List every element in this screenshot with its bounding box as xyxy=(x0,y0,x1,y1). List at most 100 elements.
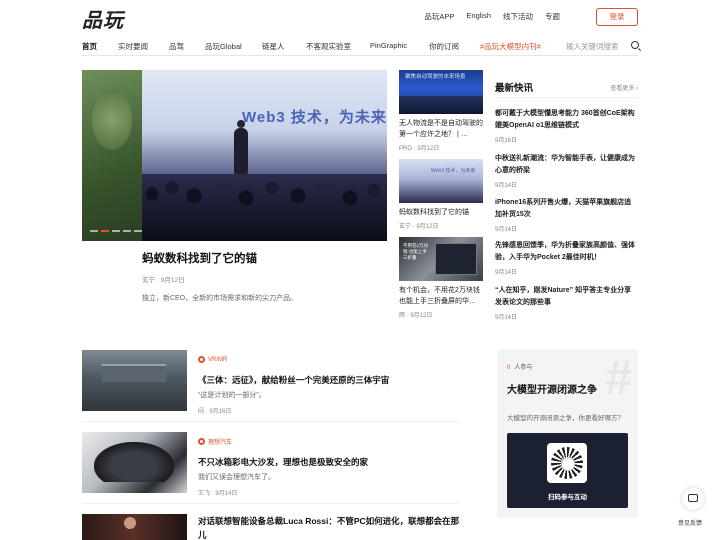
main-nav: 首页 实时要闻 品驾 品玩Global 链星人 不客观实验室 PinGraphi… xyxy=(82,36,639,56)
news-item-date: 9月16日 xyxy=(495,138,518,144)
news-item-title[interactable]: 先锋感恩回馈季，华为折叠家族高颜值、强体验，入手华为Pocket 2最佳时机！ xyxy=(495,240,638,263)
news-item-title[interactable]: 都可戴于大模型懂思考能力 360首创CoE架构 媲美OpenAI o1思维链模式 xyxy=(495,108,638,131)
list-thumb[interactable] xyxy=(82,350,187,411)
news-item-date: 9月14日 xyxy=(495,315,518,321)
carousel-dot[interactable] xyxy=(134,230,142,232)
news-item-date: 9月14日 xyxy=(495,270,518,276)
list-thumb[interactable] xyxy=(82,432,187,493)
carousel-dot[interactable] xyxy=(123,230,131,232)
carousel-dot-active[interactable] xyxy=(101,230,109,232)
debate-question: 大模型的开源闭源之争，你更看好哪方？ xyxy=(507,415,624,422)
debate-title[interactable]: 大模型开源闭源之争 xyxy=(507,381,597,396)
mid-thumb[interactable]: 不用花2万块钱 也能上手 三折叠 xyxy=(399,237,483,281)
top-bar: 品玩 品玩APP English 线下活动 专题 登录 xyxy=(0,0,720,34)
speaker-figure xyxy=(234,120,248,174)
debate-count-suffix: 人参与 xyxy=(514,365,533,371)
hero-meta: 玄宁 · 9月12日 xyxy=(142,277,185,284)
news-item[interactable]: 都可戴于大模型懂思考能力 360首创CoE架构 媲美OpenAI o1思维链模式… xyxy=(495,108,638,144)
list-desc: 我们又误会理想汽车了。 xyxy=(198,474,275,481)
mid-meta: 玄宁 · 9月12日 xyxy=(399,224,439,230)
news-item-title[interactable]: 中秋送礼新潮流：华为智能手表，让健康成为心意的桥梁 xyxy=(495,153,638,176)
list-tag-label: 理想汽车 xyxy=(208,440,233,446)
hero-title[interactable]: 蚂蚁数科找到了它的锚 xyxy=(142,250,387,266)
list-title[interactable]: 对话联想智能设备总裁Luca Rossi：不管PC如何进化，联想都会在那儿 xyxy=(198,514,460,540)
carousel-dot[interactable] xyxy=(112,230,120,232)
nav-item-subscription[interactable]: 你的订阅 xyxy=(429,41,459,52)
hero-carousel[interactable]: Web3 技术，为未来 xyxy=(82,70,387,241)
list-tag[interactable]: 理想汽车 xyxy=(198,437,232,446)
list-body: 对话联想智能设备总裁Luca Rossi：不管PC如何进化，联想都会在那儿 xyxy=(198,514,460,540)
tag-icon xyxy=(198,356,205,363)
mid-article[interactable]: 聚焦自动驾驶的未来场景 无人物流是不是自动驾驶的第一个应许之地？ | … PRO… xyxy=(399,70,483,152)
list-meta: 闷 · 9月16日 xyxy=(198,409,232,415)
nav-item-global[interactable]: 品玩Global xyxy=(205,41,242,52)
qr-label: 扫码参与互动 xyxy=(548,494,587,501)
mid-thumb-text: 不用花2万块钱 也能上手 三折叠 xyxy=(403,243,429,260)
feedback-button[interactable] xyxy=(682,488,704,510)
news-item-date: 9月14日 xyxy=(495,227,518,233)
qr-code xyxy=(547,443,587,483)
news-item[interactable]: “人在知乎，刚发Nature” 知乎答主专业分享发表论文的那些事 9月14日 xyxy=(495,285,638,321)
mid-thumb[interactable]: Web3 技术，为未来 xyxy=(399,159,483,203)
top-link-events[interactable]: 线下活动 xyxy=(503,11,533,22)
nav-item-lab[interactable]: 不客观实验室 xyxy=(306,41,351,52)
divider xyxy=(82,421,460,422)
news-item-title[interactable]: “人在知乎，刚发Nature” 知乎答主专业分享发表论文的那些事 xyxy=(495,285,638,308)
list-thumb[interactable] xyxy=(82,514,187,540)
mid-title[interactable]: 无人物流是不是自动驾驶的第一个应许之地？ | … xyxy=(399,118,483,140)
search-input[interactable]: 输入关键词搜索 xyxy=(566,41,619,52)
news-more-link[interactable]: 查看更多 › xyxy=(610,83,638,92)
mid-thumb-text: Web3 技术，为未来 xyxy=(431,168,476,174)
hero-desc: 独立，新CEO，全新的市场需求和新的尖刀产品。 xyxy=(142,295,298,302)
top-link-english[interactable]: English xyxy=(466,11,491,22)
chevron-right-icon: › xyxy=(636,86,638,92)
list-title[interactable]: 《三体：远征》，献给粉丝一个完美还原的三体宇宙 xyxy=(198,373,460,387)
list-body: VR/MR 《三体：远征》，献给粉丝一个完美还原的三体宇宙 “这是计划的一部分”… xyxy=(198,350,460,415)
nav-item-pingraphic[interactable]: PinGraphic xyxy=(370,41,407,50)
chat-icon xyxy=(688,494,698,502)
feedback-label[interactable]: 意见反馈 xyxy=(678,518,702,527)
list-title[interactable]: 不只冰箱彩电大沙发，理想也是极致安全的家 xyxy=(198,455,460,469)
news-header: 最新快讯 查看更多 › xyxy=(495,80,638,98)
news-item[interactable]: iPhone16系列开售火爆，天猫苹果旗舰店追加补货15次 9月14日 xyxy=(495,197,638,233)
nav-item-pinjia[interactable]: 品驾 xyxy=(169,41,184,52)
mid-article[interactable]: Web3 技术，为未来 蚂蚁数科找到了它的锚 玄宁 · 9月12日 xyxy=(399,159,483,230)
nav-item-chain[interactable]: 链星人 xyxy=(262,41,285,52)
list-tag[interactable]: VR/MR xyxy=(198,356,227,363)
mid-article[interactable]: 不用花2万块钱 也能上手 三折叠 有个机会，不用花2万块钱也能上手三折叠屏的华…… xyxy=(399,237,483,319)
login-button[interactable]: 登录 xyxy=(596,8,638,26)
nav-item-llm-journal[interactable]: #品玩大模型内刊# xyxy=(480,41,541,52)
qr-panel: 扫码参与互动 xyxy=(507,433,628,508)
hero-prev-slide[interactable] xyxy=(82,70,142,241)
list-tag-label: VR/MR xyxy=(208,356,228,363)
mid-meta: PRO · 9月12日 xyxy=(399,146,440,152)
carousel-dots xyxy=(90,230,142,232)
mid-thumb[interactable]: 聚焦自动驾驶的未来场景 xyxy=(399,70,483,114)
list-meta: 王飞 · 9月14日 xyxy=(198,491,238,497)
audience-figure xyxy=(142,174,387,241)
hero-image-text: Web3 技术，为未来 xyxy=(242,109,387,126)
news-item-title[interactable]: iPhone16系列开售火爆，天猫苹果旗舰店追加补货15次 xyxy=(495,197,638,220)
nav-item-home[interactable]: 首页 xyxy=(82,41,97,52)
debate-card[interactable]: # 0 人参与 大模型开源闭源之争 大模型的开源闭源之争，你更看好哪方？ 扫码参与… xyxy=(497,349,638,518)
mid-title[interactable]: 有个机会，不用花2万块钱也能上手三折叠屏的华… xyxy=(399,285,483,307)
nav-item-realtime[interactable]: 实时要闻 xyxy=(118,41,148,52)
hash-icon: # xyxy=(605,352,632,405)
news-item-date: 9月14日 xyxy=(495,183,518,189)
news-more-label: 查看更多 xyxy=(610,86,635,92)
news-item[interactable]: 先锋感恩回馈季，华为折叠家族高颜值、强体验，入手华为Pocket 2最佳时机！ … xyxy=(495,240,638,276)
search-icon[interactable] xyxy=(631,41,639,49)
top-link-topics[interactable]: 专题 xyxy=(545,11,560,22)
logo-text: 品玩 xyxy=(82,8,124,32)
carousel-dot[interactable] xyxy=(90,230,98,232)
debate-count: 0 xyxy=(507,365,511,371)
tag-icon xyxy=(198,438,205,445)
mid-title[interactable]: 蚂蚁数科找到了它的锚 xyxy=(399,207,483,218)
divider xyxy=(82,503,460,504)
hero-caption: 蚂蚁数科找到了它的锚 玄宁 · 9月12日 独立，新CEO，全新的市场需求和新的… xyxy=(142,250,387,303)
top-links: 品玩APP English 线下活动 专题 xyxy=(412,11,560,22)
list-desc: “这是计划的一部分”。 xyxy=(198,392,266,399)
site-logo[interactable]: 品玩 xyxy=(82,4,132,32)
news-item[interactable]: 中秋送礼新潮流：华为智能手表，让健康成为心意的桥梁 9月14日 xyxy=(495,153,638,189)
top-link-app[interactable]: 品玩APP xyxy=(424,11,454,22)
